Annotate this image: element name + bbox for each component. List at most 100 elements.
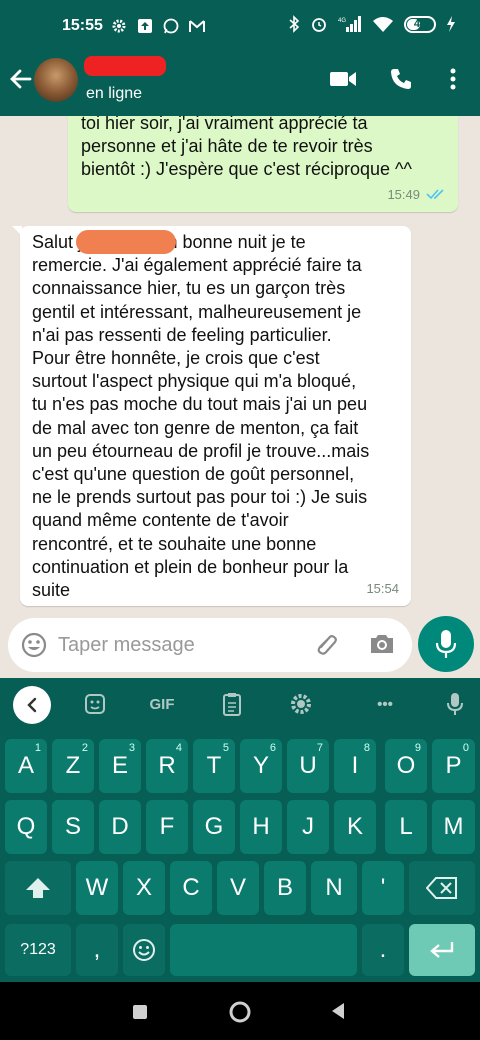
message-line: bientôt :) J'espère que c'est réciproque… [81, 159, 412, 180]
contact-status: en ligne [86, 85, 143, 102]
video-call-icon[interactable] [328, 64, 358, 94]
voice-record-button[interactable] [418, 616, 474, 672]
key-f[interactable]: F [146, 800, 188, 854]
message-line: ne le prends surtout pas pour toi :) Je … [32, 487, 368, 508]
charging-icon [447, 16, 455, 32]
message-line: de mal avec ton genre de menton, ça fait [32, 417, 359, 438]
key-apostrophe[interactable]: ' [362, 861, 404, 915]
message-meta: 15:49 [387, 183, 446, 206]
collapse-icon[interactable] [13, 686, 51, 724]
contact-name[interactable] [84, 56, 166, 76]
avatar[interactable] [34, 58, 78, 102]
key-label: A [17, 752, 34, 779]
attach-icon[interactable] [312, 631, 340, 664]
system-nav-bar [0, 982, 480, 1040]
key-g[interactable]: G [193, 800, 235, 854]
message-line: tu n'es pas moche du tout mais j'ai un p… [32, 394, 368, 415]
key-j[interactable]: J [287, 800, 329, 854]
key-hint: 3 [128, 742, 135, 754]
key-label: R [158, 752, 176, 779]
emoji-key[interactable] [123, 924, 165, 976]
key-d[interactable]: D [99, 800, 141, 854]
key-y[interactable]: Y6 [240, 739, 282, 793]
comma-key[interactable]: , [76, 924, 118, 976]
key-label: I [351, 752, 359, 779]
key-v[interactable]: V [217, 861, 259, 915]
key-s[interactable]: S [52, 800, 94, 854]
shift-key[interactable] [5, 861, 71, 915]
message-composer [8, 618, 412, 672]
key-b[interactable]: B [264, 861, 306, 915]
mic-icon [435, 630, 457, 658]
keyboard-settings-icon[interactable] [288, 690, 314, 718]
emoji-icon[interactable] [20, 631, 48, 664]
gmail-icon [188, 17, 206, 35]
sticker-icon[interactable] [82, 690, 108, 718]
key-q[interactable]: Q [5, 800, 47, 854]
key-r[interactable]: R4 [146, 739, 188, 793]
keyboard: GIF ••• A1 Z2 E3 R4 T5 Y6 U7 I8 O9 P0 Q … [0, 678, 480, 982]
status-time: 15:55 [62, 17, 103, 34]
key-w[interactable]: W [76, 861, 118, 915]
key-o[interactable]: O9 [385, 739, 427, 793]
numbers-key[interactable]: ?123 [5, 924, 71, 976]
message-line: remercie. J'ai également apprécié faire … [32, 255, 362, 276]
key-label: O [396, 752, 416, 779]
space-key[interactable] [170, 924, 357, 976]
key-t[interactable]: T5 [193, 739, 235, 793]
message-line: connaissance hier, tu es un garçon très [32, 278, 346, 299]
key-hint: 9 [414, 742, 421, 754]
key-z[interactable]: Z2 [52, 739, 94, 793]
message-line: toi hier soir, j'ai vraiment apprécié ta [81, 116, 368, 133]
backspace-key[interactable] [409, 861, 475, 915]
alarm-icon [312, 18, 326, 32]
home-icon[interactable] [228, 1000, 252, 1029]
key-hint: 4 [175, 742, 182, 754]
clipboard-icon[interactable] [220, 690, 244, 718]
message-line: surtout l'aspect physique qui m'a bloqué… [32, 371, 357, 392]
emoji-icon [133, 939, 155, 961]
message-input[interactable] [58, 626, 298, 664]
key-hint: 2 [81, 742, 88, 754]
key-l[interactable]: L [385, 800, 427, 854]
back-arrow-icon[interactable] [8, 66, 34, 92]
back-icon[interactable] [330, 1002, 346, 1025]
period-key[interactable]: . [362, 924, 404, 976]
more-options-icon[interactable] [438, 64, 468, 94]
chat-header: en ligne [0, 44, 480, 116]
key-hint: 6 [269, 742, 276, 754]
key-e[interactable]: E3 [99, 739, 141, 793]
key-u[interactable]: U7 [287, 739, 329, 793]
svg-text:4G: 4G [338, 18, 346, 24]
camera-icon[interactable] [368, 631, 396, 662]
incoming-message[interactable]: Salut j'ai passé un bonne nuit je te rem… [12, 226, 411, 606]
message-line: quand même contente de t'avoir [32, 510, 289, 531]
redaction-mark [76, 230, 176, 254]
message-line: n'ai pas ressenti de feeling particulier… [32, 324, 332, 345]
key-n[interactable]: N [311, 861, 357, 915]
key-label: Y [252, 752, 269, 779]
key-k[interactable]: K [334, 800, 376, 854]
recents-icon[interactable] [132, 1004, 148, 1025]
more-icon[interactable]: ••• [370, 690, 400, 718]
outgoing-message[interactable]: toi hier soir, j'ai vraiment apprécié ta… [68, 116, 458, 212]
phone-icon[interactable] [386, 64, 416, 94]
key-i[interactable]: I8 [334, 739, 376, 793]
message-line: un peu étourneau de profil je trouve...m… [32, 440, 370, 461]
key-label: E [111, 752, 128, 779]
message-meta: 15:54 [366, 577, 399, 600]
key-p[interactable]: P0 [432, 739, 475, 793]
key-x[interactable]: X [123, 861, 165, 915]
keyboard-mic-icon[interactable] [444, 690, 466, 718]
key-a[interactable]: A1 [5, 739, 47, 793]
key-c[interactable]: C [170, 861, 212, 915]
key-h[interactable]: H [240, 800, 282, 854]
message-line: gentil et intéressant, malheureusement j… [32, 301, 362, 322]
key-hint: 1 [34, 742, 41, 754]
key-m[interactable]: M [432, 800, 475, 854]
enter-key[interactable] [409, 924, 475, 976]
chat-area[interactable]: toi hier soir, j'ai vraiment apprécié ta… [0, 116, 480, 678]
gif-button[interactable]: GIF [140, 690, 184, 718]
message-line: continuation et plein de bonheur pour la [32, 556, 349, 577]
signal-icon: 4G [338, 16, 361, 32]
